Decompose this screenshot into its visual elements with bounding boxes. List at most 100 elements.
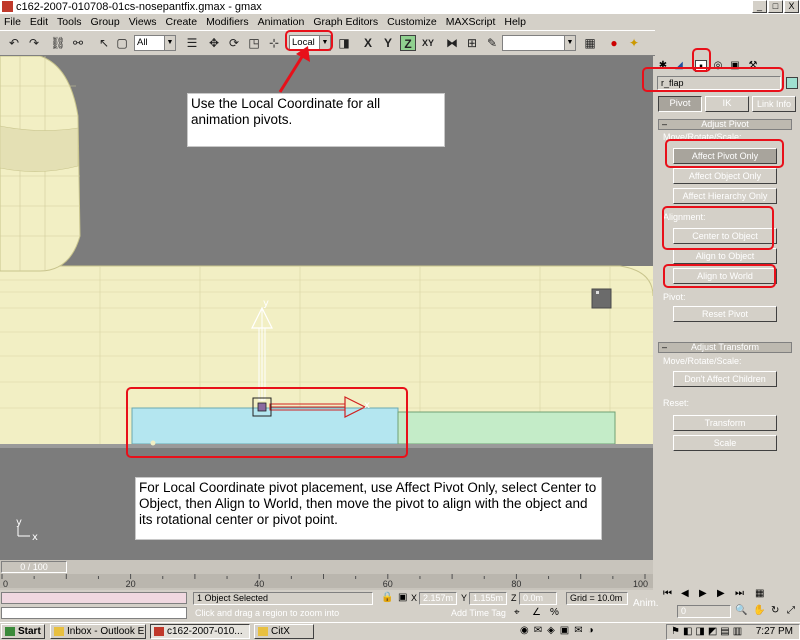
quick-render-icon[interactable]: ✦ xyxy=(626,35,642,51)
task-citx-label: CitX xyxy=(271,626,290,637)
task-gmax[interactable]: c162-2007-010... xyxy=(150,624,250,639)
selection-filter-dropdown[interactable]: All ▼ xyxy=(134,35,176,51)
affect-object-only-button[interactable]: Affect Object Only xyxy=(673,168,777,184)
menu-maxscript[interactable]: MAXScript xyxy=(446,16,496,28)
tab-link-info[interactable]: Link Info xyxy=(752,96,796,112)
timeline-tick-label: 0 xyxy=(3,579,8,588)
window-title: c162-2007-010708-01cs-nosepantfix.gmax -… xyxy=(16,1,262,13)
clock: 7:27 PM xyxy=(755,626,793,637)
affect-hierarchy-only-button[interactable]: Affect Hierarchy Only xyxy=(673,188,777,204)
y-coord-field[interactable]: 1.155m xyxy=(469,592,507,605)
dont-affect-children-button[interactable]: Don't Affect Children xyxy=(673,371,777,387)
unlink-icon[interactable]: ⚯ xyxy=(70,35,86,51)
maxscript-input[interactable] xyxy=(1,607,187,619)
status-bar: 1 Object Selected Click and drag a regio… xyxy=(0,590,800,622)
lock-selection-icon[interactable]: 🔒 xyxy=(381,592,393,603)
add-time-tag-button[interactable]: Add Time Tag xyxy=(451,608,506,618)
maximize-button[interactable]: □ xyxy=(768,0,783,13)
callout-bottom: For Local Coordinate pivot placement, us… xyxy=(135,477,602,540)
select-link-icon[interactable]: ⛓ xyxy=(50,35,66,51)
highlight-flap-pivot xyxy=(126,387,408,458)
tab-pivot[interactable]: Pivot xyxy=(658,96,702,112)
scale-reset-button[interactable]: Scale xyxy=(673,435,777,451)
layers-icon[interactable]: ▦ xyxy=(582,35,598,51)
command-panel: ✱ ◢ ▪ ◎ ▣ ⚒ r_flap Pivot IK Link Info – A… xyxy=(655,56,800,586)
folder-icon xyxy=(258,627,268,636)
close-button[interactable]: X xyxy=(784,0,799,13)
outlook-icon xyxy=(54,627,64,636)
select-by-name-icon[interactable]: ☰ xyxy=(184,35,200,51)
task-outlook-label: Inbox - Outlook E... xyxy=(67,626,146,637)
absolute-mode-icon[interactable]: ▣ xyxy=(398,592,407,603)
menu-help[interactable]: Help xyxy=(504,16,526,28)
rotate-icon[interactable]: ⟳ xyxy=(226,35,242,51)
snap-icon[interactable]: ✎ xyxy=(484,35,500,51)
select-object-icon[interactable]: ↖ xyxy=(96,35,112,51)
menu-edit[interactable]: Edit xyxy=(30,16,48,28)
minimize-button[interactable]: _ xyxy=(752,0,767,13)
time-slider-area: 0 / 100 0 20 40 60 80 100 xyxy=(0,560,653,590)
menu-animation[interactable]: Animation xyxy=(258,16,305,28)
time-slider[interactable]: 0 / 100 xyxy=(1,561,67,573)
pivot-center-icon[interactable]: ◨ xyxy=(336,35,352,51)
adjust-transform-rollout-header[interactable]: – Adjust Transform xyxy=(658,342,792,353)
redo-icon[interactable]: ↷ xyxy=(26,35,42,51)
named-selection-dropdown[interactable]: ▼ xyxy=(502,35,576,51)
axis-xy-button[interactable]: XY xyxy=(418,35,438,51)
axis-x-button[interactable]: X xyxy=(360,35,376,51)
mirror-icon[interactable]: ⧓ xyxy=(444,35,460,51)
menu-create[interactable]: Create xyxy=(166,16,198,28)
menu-tools[interactable]: Tools xyxy=(57,16,82,28)
aileron-object[interactable] xyxy=(397,411,616,445)
anim-mode-button[interactable]: Anim. xyxy=(633,598,659,609)
align-icon[interactable]: ⊞ xyxy=(464,35,480,51)
z-coord-field[interactable]: 0.0m xyxy=(519,592,557,605)
menu-modifiers[interactable]: Modifiers xyxy=(206,16,249,28)
adjust-pivot-rollout-header[interactable]: – Adjust Pivot xyxy=(658,119,792,130)
transform-reset-button[interactable]: Transform xyxy=(673,415,777,431)
move-icon[interactable]: ✥ xyxy=(206,35,222,51)
axis-y-button[interactable]: Y xyxy=(380,35,396,51)
callout-top: Use the Local Coordinate for all animati… xyxy=(187,93,445,147)
undo-icon[interactable]: ↶ xyxy=(6,35,22,51)
start-button[interactable]: Start xyxy=(1,624,45,639)
title-bar: c162-2007-010708-01cs-nosepantfix.gmax -… xyxy=(0,0,800,14)
align-to-object-button[interactable]: Align to Object xyxy=(673,248,777,264)
reset-pivot-button[interactable]: Reset Pivot xyxy=(673,306,777,322)
menu-views[interactable]: Views xyxy=(129,16,157,28)
percent-snap-icon[interactable]: % xyxy=(550,607,559,618)
gmax-icon xyxy=(154,627,164,636)
render-icon[interactable]: ● xyxy=(606,35,622,51)
menu-graph-editors[interactable]: Graph Editors xyxy=(313,16,378,28)
y-coord-label: Y xyxy=(461,593,468,603)
task-citx[interactable]: CitX xyxy=(254,624,314,639)
highlight-affect-pivot-only xyxy=(665,139,784,168)
timeline-track[interactable]: 0 20 40 60 80 100 xyxy=(0,574,653,589)
object-color-swatch[interactable] xyxy=(786,77,798,89)
adjust-pivot-title: Adjust Pivot xyxy=(701,119,749,129)
menu-group[interactable]: Group xyxy=(91,16,120,28)
timeline-tick-label: 20 xyxy=(126,579,136,588)
windows-logo-icon xyxy=(5,627,15,636)
region-select-icon[interactable]: ▢ xyxy=(114,35,130,51)
task-outlook[interactable]: Inbox - Outlook E... xyxy=(50,624,146,639)
timeline-ticks: 0 20 40 60 80 100 xyxy=(1,574,648,589)
snap-toggle-icon[interactable]: ⌖ xyxy=(514,607,520,618)
small-box-object[interactable] xyxy=(591,288,612,309)
scale-icon[interactable]: ◳ xyxy=(246,35,262,51)
transform-move-rotate-scale-label: Move/Rotate/Scale: xyxy=(663,356,742,366)
axis-z-button[interactable]: Z xyxy=(400,35,416,51)
quick-launch-icons[interactable]: ◉✉◈▣✉◑ xyxy=(520,625,599,636)
menu-file[interactable]: File xyxy=(4,16,21,28)
prompt-line: Click and drag a region to zoom into xyxy=(195,608,340,618)
x-coord-field[interactable]: 2.157m xyxy=(419,592,457,605)
maxscript-listener[interactable] xyxy=(1,592,187,604)
tray-icons[interactable]: ⚑◧◨◩▤▥ xyxy=(671,626,745,637)
grid-setting: Grid = 10.0m xyxy=(566,592,628,605)
adjust-transform-title: Adjust Transform xyxy=(690,342,760,352)
menu-customize[interactable]: Customize xyxy=(387,16,437,28)
highlight-center-to-object xyxy=(662,206,774,250)
corner-axis-x: x xyxy=(32,532,38,543)
tab-ik[interactable]: IK xyxy=(705,96,749,112)
angle-snap-icon[interactable]: ∠ xyxy=(532,607,541,618)
